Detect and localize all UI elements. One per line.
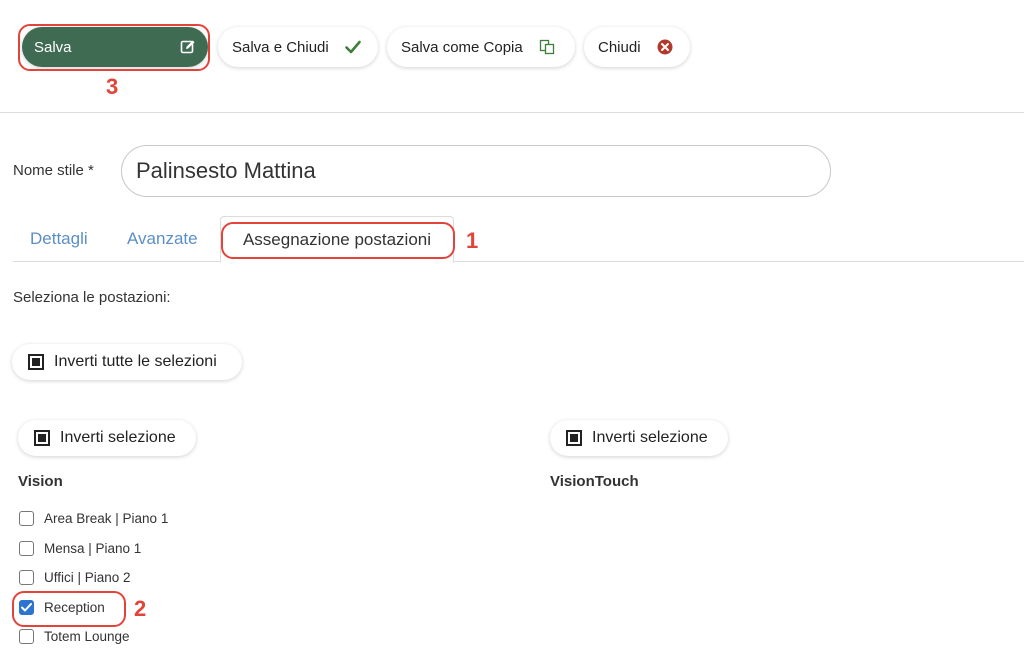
- invert-vision-label: Inverti selezione: [60, 429, 176, 446]
- checkbox[interactable]: [19, 569, 34, 585]
- callout-number-3: 3: [106, 74, 119, 99]
- select-stations-label: Seleziona le postazioni:: [13, 289, 171, 306]
- invert-square-icon: [34, 430, 50, 446]
- station-label: Uffici | Piano 2: [44, 569, 131, 585]
- group-title-vision: Vision: [18, 473, 63, 490]
- name-input-value: Palinsesto Mattina: [136, 158, 316, 183]
- edit-square-icon: [180, 39, 196, 55]
- list-item[interactable]: Reception: [19, 595, 105, 619]
- list-item[interactable]: Uffici | Piano 2: [19, 565, 131, 589]
- tab-avanzate[interactable]: Avanzate: [127, 216, 198, 262]
- station-label: Totem Lounge: [44, 628, 130, 644]
- list-item[interactable]: Mensa | Piano 1: [19, 536, 141, 560]
- checkbox-checked[interactable]: [19, 599, 34, 615]
- check-icon: [21, 602, 32, 611]
- tab-assegnazione-postazioni[interactable]: Assegnazione postazioni: [220, 216, 454, 263]
- checkbox[interactable]: [19, 628, 34, 644]
- tab-bar: Dettagli Avanzate Assegnazione postazion…: [13, 216, 1024, 263]
- save-button-label: Salva: [34, 38, 72, 56]
- save-close-button[interactable]: Salva e Chiudi: [218, 27, 378, 67]
- close-button[interactable]: Chiudi: [584, 27, 690, 67]
- toolbar: Salva Salva e Chiudi Salva come Copia Ch…: [0, 0, 1024, 113]
- save-copy-label: Salva come Copia: [401, 38, 523, 56]
- group-title-visiontouch: VisionTouch: [550, 473, 639, 490]
- invert-visiontouch-button[interactable]: Inverti selezione: [550, 420, 728, 456]
- station-label: Reception: [44, 599, 105, 615]
- save-copy-button[interactable]: Salva come Copia: [387, 27, 575, 67]
- list-item[interactable]: Totem Lounge: [19, 624, 130, 648]
- checkbox[interactable]: [19, 540, 34, 556]
- save-close-label: Salva e Chiudi: [232, 38, 329, 56]
- invert-square-icon: [566, 430, 582, 446]
- invert-all-label: Inverti tutte le selezioni: [54, 353, 217, 370]
- station-label: Area Break | Piano 1: [44, 510, 169, 526]
- tab-dettagli[interactable]: Dettagli: [30, 216, 88, 262]
- copy-icon: [539, 39, 555, 55]
- station-label: Mensa | Piano 1: [44, 540, 142, 556]
- callout-number-2: 2: [134, 596, 147, 621]
- close-circle-icon: [657, 39, 673, 55]
- checkbox[interactable]: [19, 510, 34, 526]
- save-button[interactable]: Salva: [22, 27, 208, 67]
- callout-number-1: 1: [466, 228, 479, 253]
- invert-all-button[interactable]: Inverti tutte le selezioni: [12, 344, 242, 380]
- name-label: Nome stile *: [13, 162, 94, 179]
- invert-visiontouch-label: Inverti selezione: [592, 429, 708, 446]
- close-label: Chiudi: [598, 38, 641, 56]
- list-item[interactable]: Area Break | Piano 1: [19, 506, 168, 530]
- invert-vision-button[interactable]: Inverti selezione: [18, 420, 196, 456]
- invert-square-icon: [28, 354, 44, 370]
- checkmark-icon: [344, 40, 361, 54]
- name-input[interactable]: Palinsesto Mattina: [121, 145, 831, 197]
